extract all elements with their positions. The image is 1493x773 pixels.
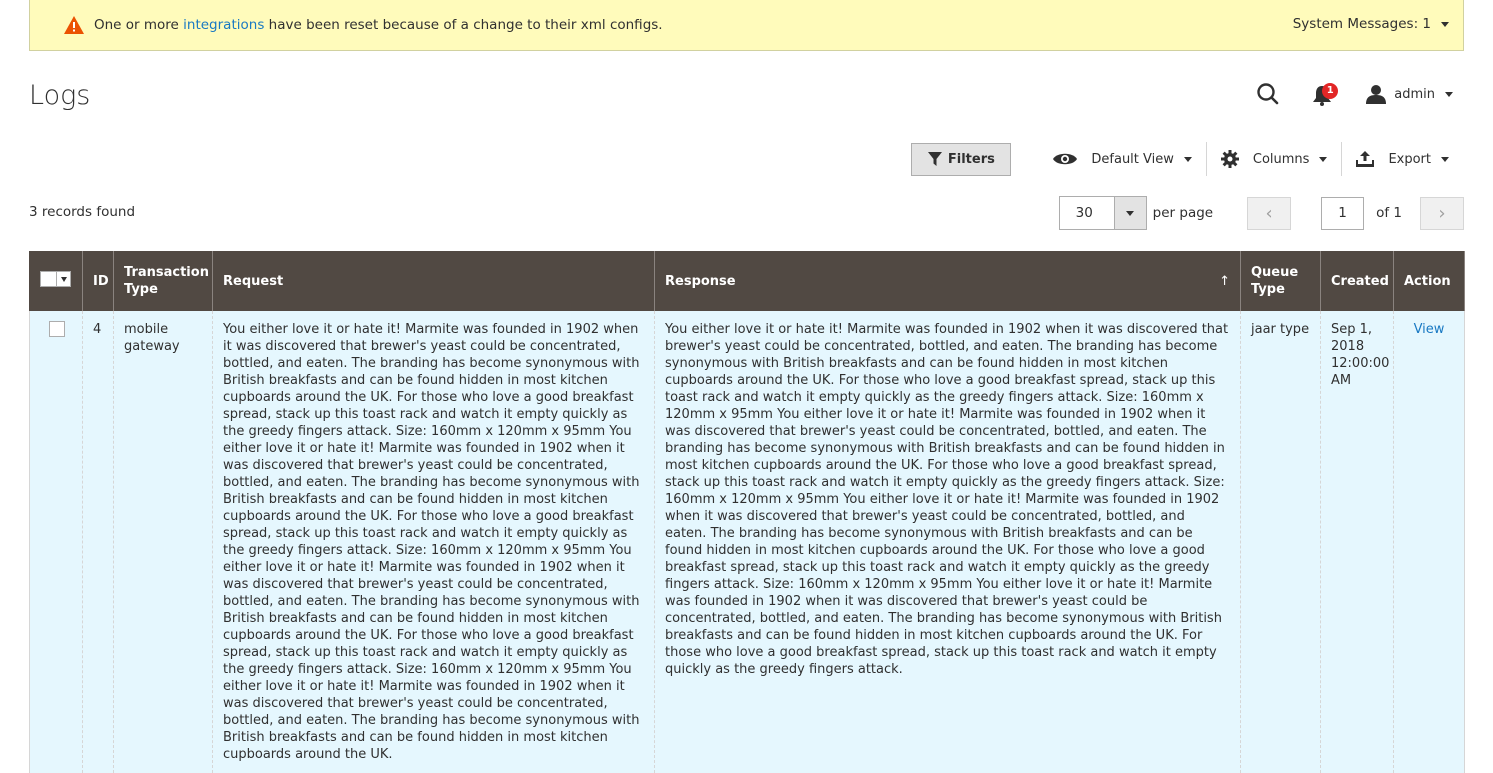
export-button[interactable]: Export [1342,142,1463,176]
pagination: 30 per page ‹ 1 of 1 › [1058,196,1464,230]
chevron-down-icon [60,276,67,282]
chevron-down-icon [1441,21,1449,27]
view-selector[interactable]: Default View [1039,142,1205,176]
search-icon[interactable] [1254,80,1282,108]
column-header-id[interactable]: ID [82,251,114,311]
filters-button[interactable]: Filters [911,142,1012,176]
sort-ascending-icon: ↑ [1219,273,1230,289]
chevron-down-icon [1183,156,1192,162]
cell-request: You either love it or hate it! Marmite w… [212,311,655,773]
grid-header-row: ID Transaction Type Request Response ↑ Qu… [29,251,1465,311]
chevron-down-icon [1445,91,1453,97]
page-title: Logs [29,80,91,111]
header-actions: 1 admin [1254,80,1453,108]
row-select-cell [29,311,83,773]
column-header-transaction-type[interactable]: Transaction Type [113,251,213,311]
notifications-badge: 1 [1322,83,1339,99]
total-pages-label: of 1 [1376,205,1402,221]
filter-icon [927,152,942,166]
grid-toolbar: Filters Default View Columns Export [911,142,1463,176]
chevron-down-icon [1126,210,1135,216]
column-header-response[interactable]: Response ↑ [654,251,1241,311]
columns-button[interactable]: Columns [1207,142,1342,176]
column-header-created[interactable]: Created [1320,251,1394,311]
cell-transaction-type: mobile gateway [113,311,213,773]
eye-icon [1053,153,1078,165]
system-messages-count: System Messages: 1 [1292,16,1431,32]
view-link[interactable]: View [1404,321,1454,338]
cell-created: Sep 1, 2018 12:00:00 AM [1320,311,1394,773]
cell-queue-type: jaar type [1240,311,1321,773]
system-messages-toggle[interactable]: System Messages: 1 [1293,16,1449,32]
logs-grid: ID Transaction Type Request Response ↑ Qu… [29,251,1465,773]
system-message-text: One or more integrations have been reset… [94,17,663,33]
mass-select-header [29,251,83,311]
records-found: 3 records found [29,204,136,220]
chevron-down-icon [1319,156,1328,162]
table-row: 4 mobile gateway You either love it or h… [29,311,1465,773]
per-page-dropdown-button[interactable] [1113,197,1146,229]
system-message-bar: One or more integrations have been reset… [29,0,1464,51]
export-icon [1356,151,1375,167]
warning-icon [64,16,84,34]
column-header-queue-type[interactable]: Queue Type [1240,251,1321,311]
user-icon [1366,85,1387,104]
next-page-button[interactable]: › [1420,196,1464,230]
integrations-link[interactable]: integrations [183,17,264,33]
chevron-down-icon [1441,156,1449,162]
per-page-label: per page [1152,205,1214,221]
column-header-action: Action [1393,251,1465,311]
chevron-right-icon: › [1438,202,1446,224]
cell-action: View [1393,311,1465,773]
column-header-request[interactable]: Request [212,251,655,311]
notifications-button[interactable]: 1 [1312,80,1339,108]
current-page-input[interactable]: 1 [1321,196,1365,230]
cell-response: You either love it or hate it! Marmite w… [654,311,1241,773]
gear-icon [1220,150,1239,168]
chevron-left-icon: ‹ [1265,202,1273,224]
user-menu[interactable]: admin [1366,84,1453,104]
per-page-select[interactable]: 30 [1058,196,1147,230]
user-name: admin [1394,86,1435,102]
per-page-value: 30 [1059,197,1114,229]
previous-page-button[interactable]: ‹ [1247,196,1292,230]
row-checkbox[interactable] [49,321,65,337]
cell-id: 4 [82,311,114,773]
mass-select-checkbox[interactable] [40,271,71,287]
